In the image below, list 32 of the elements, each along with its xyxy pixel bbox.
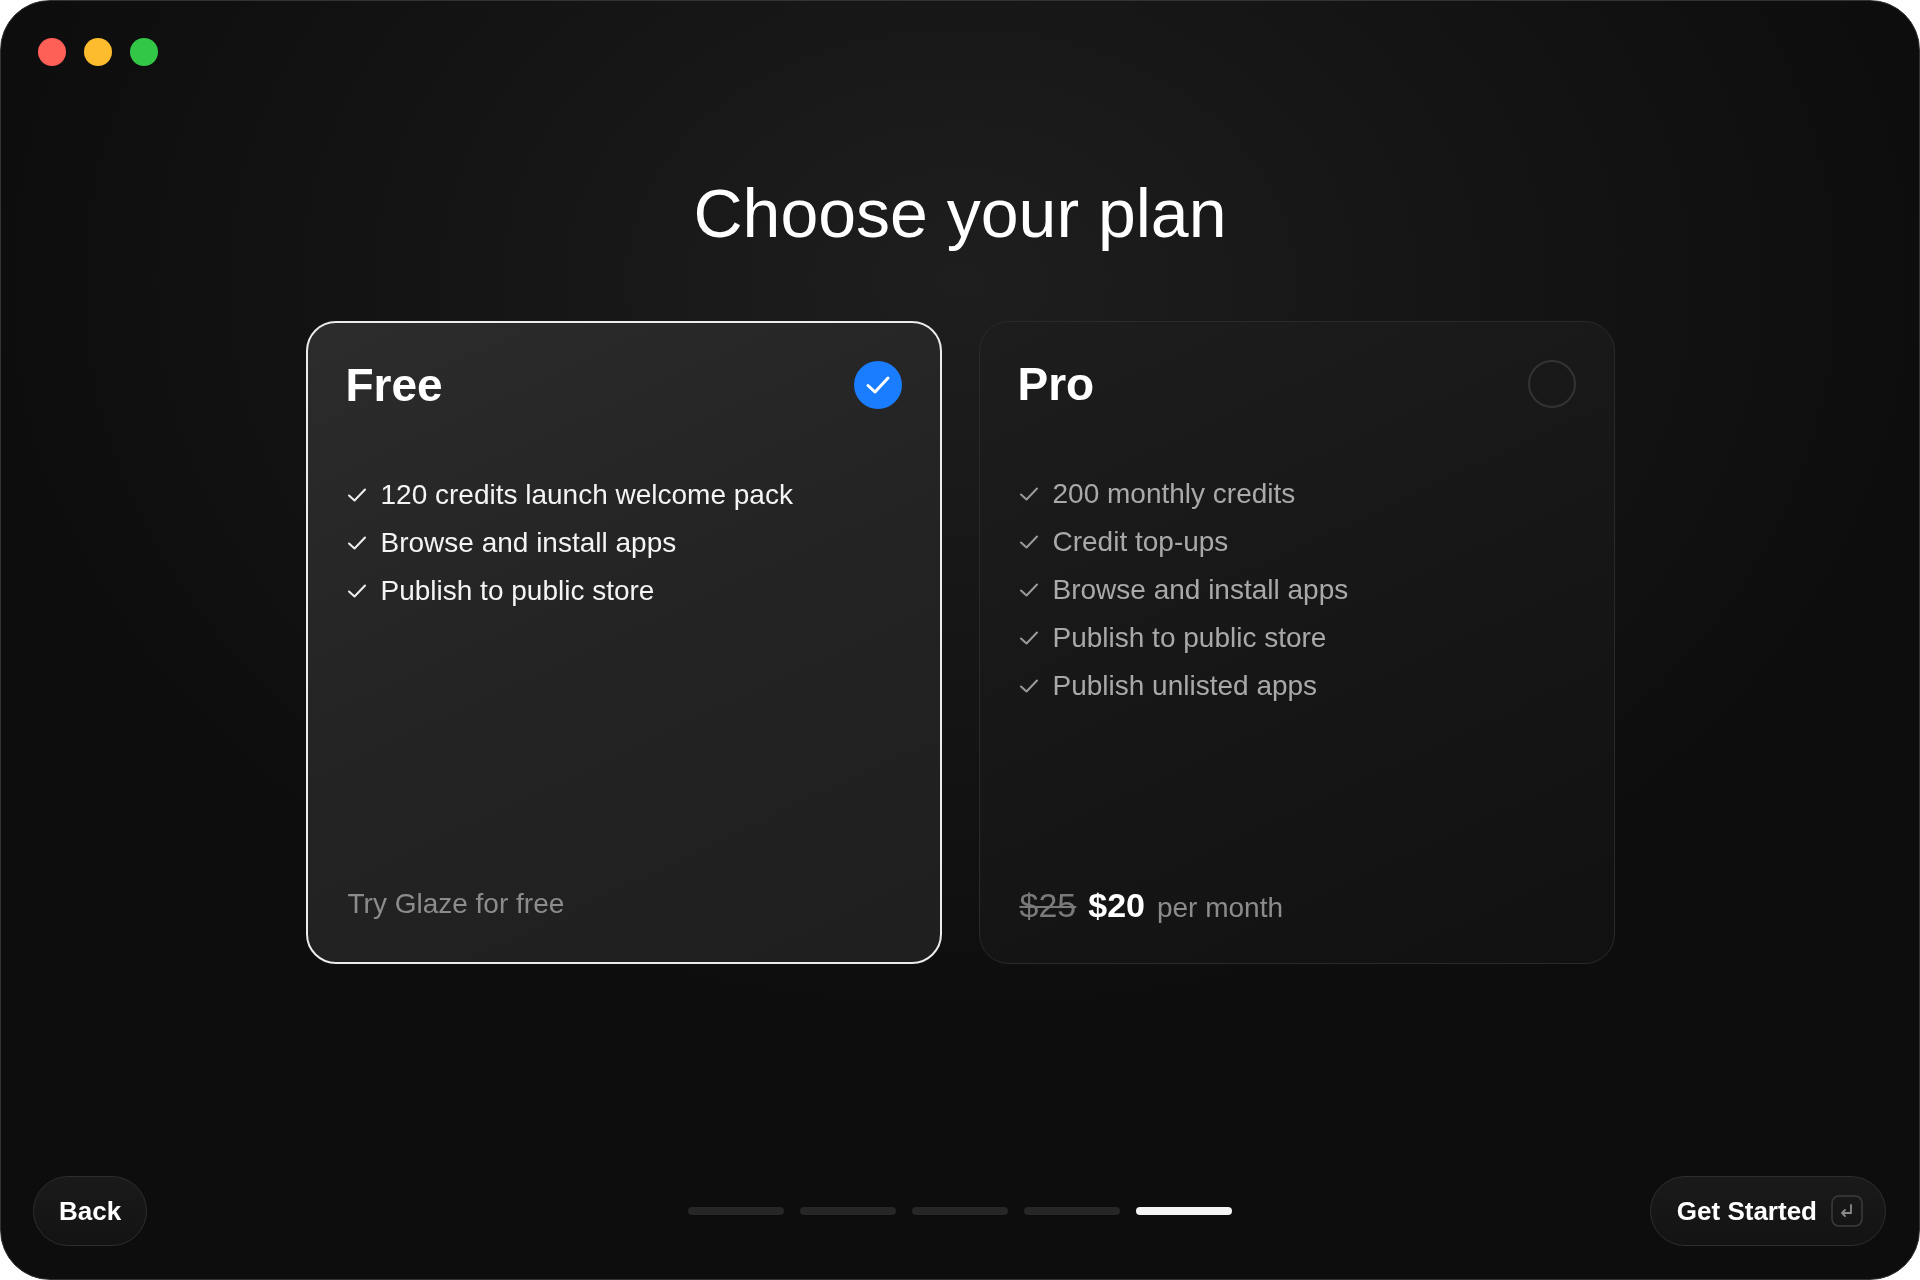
check-icon [1019, 679, 1038, 693]
check-icon [1019, 583, 1038, 597]
check-icon [1019, 487, 1038, 501]
check-icon [1019, 535, 1038, 549]
plan-feature: Browse and install apps [1052, 573, 1349, 607]
return-key-icon [1831, 1195, 1863, 1227]
minimize-icon[interactable] [84, 38, 112, 66]
check-icon [347, 584, 366, 598]
page-title: Choose your plan [693, 174, 1227, 253]
get-started-button[interactable]: Get Started [1649, 1176, 1886, 1246]
price: $20 [1088, 885, 1145, 925]
checked-circle-icon[interactable] [853, 361, 902, 409]
plan-feature: 120 credits launch welcome pack [380, 478, 793, 512]
price-period: per month [1156, 891, 1284, 925]
check-icon [1019, 631, 1038, 645]
original-price: $25 [1019, 885, 1077, 925]
maximize-icon[interactable] [130, 38, 158, 66]
plan-name: Free [345, 358, 443, 413]
plan-feature: Publish unlisted apps [1052, 669, 1318, 703]
plan-feature: 200 monthly credits [1052, 477, 1296, 511]
plan-feature: Publish to public store [380, 574, 655, 608]
check-icon [347, 536, 366, 550]
plan-feature: Browse and install apps [380, 526, 677, 560]
plan-card[interactable]: Free 120 credits launch welcome pack Browse and install apps Publish to public store Try Glaze for free [305, 321, 942, 964]
plan-note: Try Glaze for free [347, 887, 565, 921]
plan-name: Pro [1017, 357, 1095, 412]
close-icon[interactable] [38, 38, 66, 66]
plan-feature: Publish to public store [1052, 621, 1327, 655]
plan-card[interactable]: Pro 200 monthly credits Credit top-ups Browse and install apps Publish to public store Publish unlisted apps $25 $20 per month [978, 321, 1615, 964]
back-button[interactable]: Back [33, 1176, 148, 1246]
check-icon [347, 488, 366, 502]
plan-feature: Credit top-ups [1052, 525, 1229, 559]
